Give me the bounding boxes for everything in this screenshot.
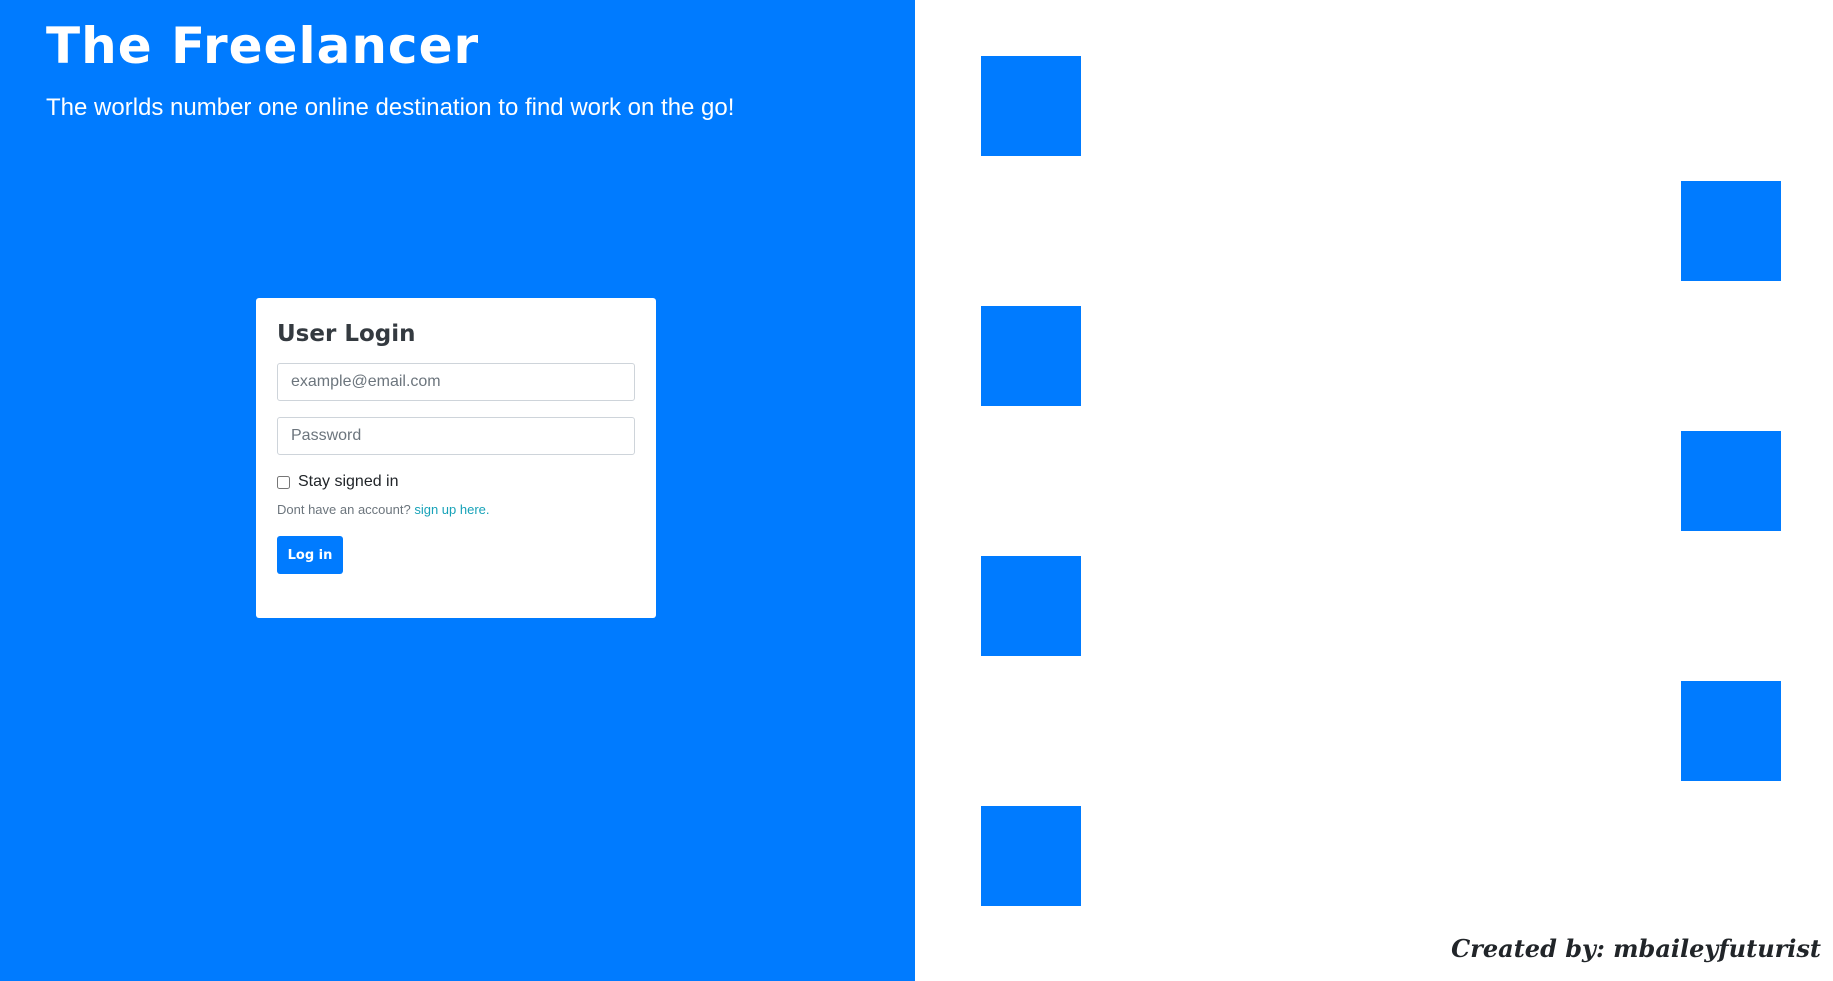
password-input[interactable] [277, 417, 635, 455]
decorative-square [1681, 181, 1781, 281]
stay-signed-in-label[interactable]: Stay signed in [298, 473, 399, 491]
decorative-square [981, 56, 1081, 156]
login-title: User Login [277, 321, 416, 347]
email-input[interactable] [277, 363, 635, 401]
decorative-square [981, 806, 1081, 906]
signup-link[interactable]: sign up here. [414, 502, 489, 517]
tagline: The worlds number one online destination… [46, 94, 735, 121]
decorative-square [1681, 681, 1781, 781]
login-button[interactable]: Log in [277, 536, 343, 574]
stay-signed-in-row: Stay signed in [277, 471, 635, 493]
decorative-square [981, 556, 1081, 656]
signup-prompt-text: Dont have an account? [277, 502, 411, 517]
login-card: User Login Stay signed in Dont have an a… [256, 298, 656, 618]
signup-prompt: Dont have an account? sign up here. [277, 501, 635, 519]
brand-title: The Freelancer [46, 17, 480, 75]
decorative-square [981, 306, 1081, 406]
decor-panel: Created by: mbaileyfuturist [915, 0, 1833, 981]
author-credit: Created by: mbaileyfuturist [1451, 934, 1821, 963]
decorative-square [1681, 431, 1781, 531]
stay-signed-in-checkbox[interactable] [277, 475, 290, 489]
hero-panel: The Freelancer The worlds number one onl… [0, 0, 915, 981]
